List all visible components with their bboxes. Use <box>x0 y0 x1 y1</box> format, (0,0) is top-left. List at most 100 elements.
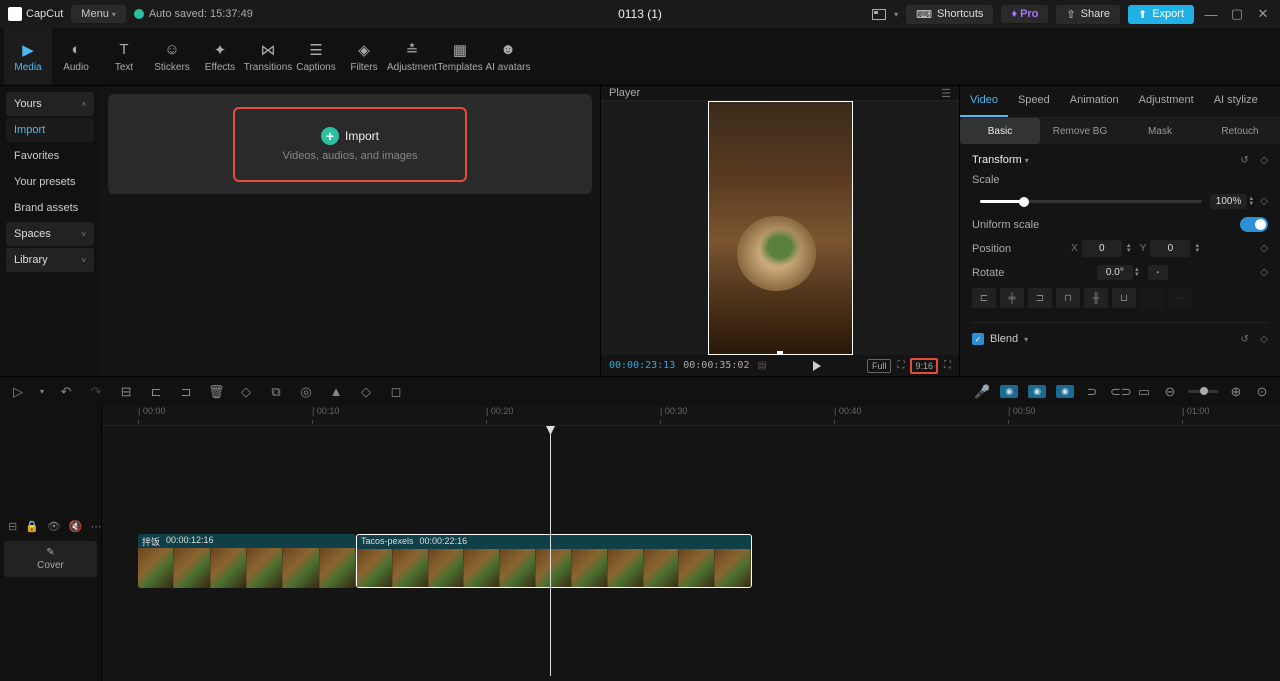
record-tool[interactable]: ◎ <box>298 384 314 400</box>
sidebar-spaces[interactable]: Spaces˅ <box>6 222 94 246</box>
video-preview[interactable] <box>708 101 853 355</box>
copy-tool[interactable]: ⧉ <box>268 384 284 400</box>
tab-templates[interactable]: ▦Templates <box>436 28 484 85</box>
sidebar-yours[interactable]: Yours˄ <box>6 92 94 116</box>
zoom-in[interactable]: ⊕ <box>1228 384 1244 400</box>
eye-icon[interactable]: 👁 <box>47 520 61 533</box>
tab-captions[interactable]: ☰Captions <box>292 28 340 85</box>
subtab-basic[interactable]: Basic <box>960 118 1040 144</box>
sidebar-import[interactable]: Import <box>6 118 94 142</box>
blend-checkbox[interactable]: ✓ <box>972 333 984 345</box>
magnet-icon[interactable]: ⊃ <box>1084 384 1100 400</box>
keyframe-icon[interactable]: ◇ <box>1260 267 1268 278</box>
collapse-icon[interactable]: ⊟ <box>8 520 17 533</box>
redo-button[interactable]: ↷ <box>88 384 104 400</box>
reset-icon[interactable]: ↺ <box>1240 334 1248 345</box>
crop-tool[interactable]: ◻ <box>388 384 404 400</box>
sidebar-your-presets[interactable]: Your presets <box>6 170 94 194</box>
subtab-retouch[interactable]: Retouch <box>1200 118 1280 144</box>
tab-ai-avatars[interactable]: ☻AI avatars <box>484 28 532 85</box>
lock-icon[interactable]: 🔒 <box>25 520 39 533</box>
split-left[interactable]: ⊏ <box>148 384 164 400</box>
delete-tool[interactable]: 🗑 <box>208 384 224 400</box>
scale-stepper[interactable]: ▲▼ <box>1248 197 1254 207</box>
ratio-full-button[interactable]: Full <box>867 359 892 373</box>
clip-2[interactable]: Tacos-pexels00:00:22:16 <box>356 534 752 588</box>
link-icon[interactable]: ⊂⊃ <box>1110 384 1126 400</box>
zoom-fit[interactable]: ⊙ <box>1254 384 1270 400</box>
playhead[interactable] <box>550 426 551 676</box>
insp-tab-ai-stylize[interactable]: AI stylize <box>1204 86 1268 117</box>
split-tool[interactable]: ⊟ <box>118 384 134 400</box>
tab-media[interactable]: ▶Media <box>4 28 52 85</box>
mirror-tool[interactable]: ▲ <box>328 384 344 399</box>
cover-button[interactable]: ✎ Cover <box>4 541 97 577</box>
layout-chevron-icon[interactable]: ▾ <box>894 10 898 19</box>
chevron-down-icon[interactable]: ▾ <box>1025 156 1029 165</box>
tab-text[interactable]: TText <box>100 28 148 85</box>
fullscreen-icon[interactable]: ⛶ <box>944 360 951 371</box>
play-button[interactable] <box>813 361 821 371</box>
clip-1[interactable]: 拌饭00:00:12:16 <box>138 534 356 588</box>
zoom-slider[interactable] <box>1188 390 1218 393</box>
scan-icon[interactable]: ⛶ <box>897 360 904 371</box>
sidebar-brand-assets[interactable]: Brand assets <box>6 196 94 220</box>
uniform-scale-toggle[interactable] <box>1240 217 1268 232</box>
insp-tab-speed[interactable]: Speed <box>1008 86 1060 117</box>
chip-2[interactable]: ◉ <box>1028 385 1046 398</box>
shortcuts-button[interactable]: ⌨ Shortcuts <box>906 5 993 24</box>
keyframe-icon[interactable]: ◇ <box>1260 155 1268 166</box>
preview-icon[interactable]: ▭ <box>1136 384 1152 400</box>
tab-effects[interactable]: ✦Effects <box>196 28 244 85</box>
window-close[interactable]: ✕ <box>1254 5 1272 23</box>
pos-y-input[interactable] <box>1150 240 1190 257</box>
menu-button[interactable]: Menu ▾ <box>71 5 126 23</box>
undo-button[interactable]: ↶ <box>58 384 74 400</box>
list-icon[interactable]: ▤ <box>757 360 766 371</box>
player-viewport[interactable] <box>601 101 959 355</box>
export-button[interactable]: ⬆ Export <box>1128 5 1194 24</box>
subtab-mask[interactable]: Mask <box>1120 118 1200 144</box>
chevron-down-icon[interactable]: ▾ <box>40 387 44 396</box>
align-bottom[interactable]: ⊔ <box>1112 288 1136 308</box>
layout-icon[interactable] <box>872 9 886 20</box>
tab-adjustment[interactable]: ≛Adjustment <box>388 28 436 85</box>
player-menu-icon[interactable]: ☰ <box>941 87 951 100</box>
sidebar-library[interactable]: Library˅ <box>6 248 94 272</box>
window-maximize[interactable]: ▢ <box>1228 5 1246 23</box>
selection-tool[interactable]: ▷ <box>10 384 26 400</box>
mute-icon[interactable]: 🔇 <box>69 520 83 533</box>
timeline-tracks[interactable]: 拌饭00:00:12:16 Tacos-pexels00:00:22:16 <box>102 426 1280 676</box>
rotate-stepper[interactable]: ▲▼ <box>1134 268 1140 278</box>
align-right[interactable]: ⊐ <box>1028 288 1052 308</box>
timeline-main[interactable]: | 00:00| 00:10| 00:20| 00:30| 00:40| 00:… <box>102 406 1280 681</box>
aspect-ratio-button[interactable]: 9:16 <box>910 358 938 374</box>
scale-slider[interactable] <box>980 200 1202 203</box>
rotate-tool[interactable]: ◇ <box>358 384 374 400</box>
tab-audio[interactable]: ◐Audio <box>52 28 100 85</box>
chip-1[interactable]: ◉ <box>1000 385 1018 398</box>
pos-x-input[interactable] <box>1082 240 1122 257</box>
tab-filters[interactable]: ◈Filters <box>340 28 388 85</box>
keyframe-icon[interactable]: ◇ <box>1260 334 1268 345</box>
pro-button[interactable]: ♦ Pro <box>1001 5 1048 23</box>
subtab-remove-bg[interactable]: Remove BG <box>1040 118 1120 144</box>
zoom-out[interactable]: ⊖ <box>1162 384 1178 400</box>
insp-tab-adjustment[interactable]: Adjustment <box>1129 86 1204 117</box>
share-button[interactable]: ⇧ Share <box>1056 5 1120 24</box>
split-right[interactable]: ⊐ <box>178 384 194 400</box>
keyframe-icon[interactable]: ◇ <box>1260 243 1268 254</box>
insp-tab-video[interactable]: Video <box>960 86 1008 117</box>
chevron-down-icon[interactable]: ▾ <box>1024 335 1028 344</box>
import-dropzone[interactable]: + Import Videos, audios, and images <box>108 94 592 194</box>
insp-tab-animation[interactable]: Animation <box>1060 86 1129 117</box>
chip-3[interactable]: ◉ <box>1056 385 1074 398</box>
tab-transitions[interactable]: ⋈Transitions <box>244 28 292 85</box>
window-minimize[interactable]: — <box>1202 5 1220 23</box>
more-icon[interactable]: ⋯ <box>91 520 102 533</box>
pos-x-stepper[interactable]: ▲▼ <box>1126 244 1132 254</box>
align-center-v[interactable]: ╫ <box>1084 288 1108 308</box>
align-left[interactable]: ⊏ <box>972 288 996 308</box>
pos-y-stepper[interactable]: ▲▼ <box>1194 244 1200 254</box>
scale-value[interactable]: 100% <box>1210 194 1248 209</box>
